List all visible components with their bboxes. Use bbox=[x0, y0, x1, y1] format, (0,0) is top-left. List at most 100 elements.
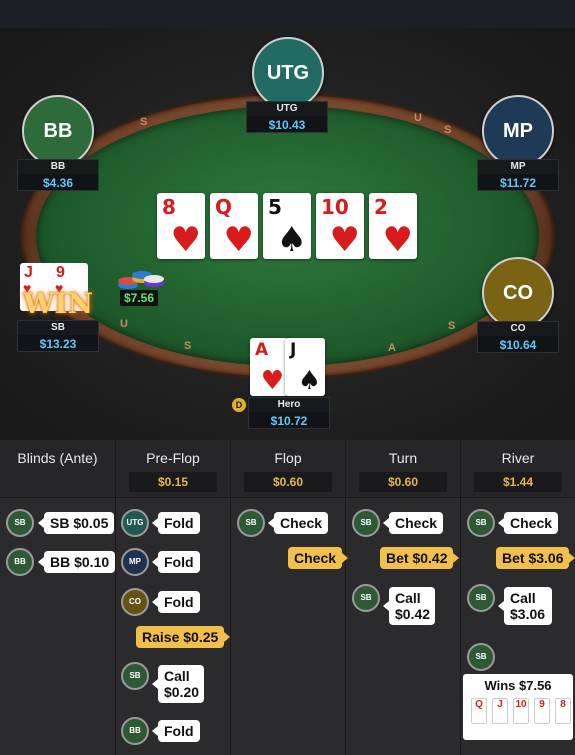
action-bubble: Check bbox=[267, 512, 329, 534]
seat-label: CO bbox=[503, 281, 533, 304]
col-title: Flop bbox=[274, 450, 302, 466]
player-stack: $11.72 bbox=[499, 176, 537, 190]
player-name: UTG bbox=[247, 102, 327, 116]
action-bubble: Call $3.06 bbox=[498, 587, 552, 625]
board-card-4: 10 ♥ bbox=[316, 193, 364, 259]
rail-letter: A bbox=[388, 342, 397, 354]
history-col-flop: Flop $0.60 bbox=[231, 440, 346, 755]
seat-utg-avatar[interactable]: UTG bbox=[252, 37, 324, 109]
top-bar bbox=[0, 0, 575, 28]
hero-action-bubble: Raise $0.25 bbox=[136, 626, 231, 648]
player-stack: $10.64 bbox=[499, 338, 537, 352]
card-rank: J bbox=[290, 340, 297, 360]
chip-stack-icon bbox=[118, 271, 164, 289]
col-title: River bbox=[501, 450, 535, 466]
position-chip-sb: SB bbox=[467, 509, 495, 537]
seat-bb-avatar[interactable]: BB bbox=[22, 95, 94, 167]
seat-utg-nameplate: UTG $10.43 bbox=[246, 101, 328, 133]
seat-hero-nameplate: Hero $10.72 bbox=[248, 397, 330, 429]
seat-mp-avatar[interactable]: MP bbox=[482, 95, 554, 167]
col-header: Blinds (Ante) bbox=[0, 440, 115, 498]
board-card-2: Q ♥ bbox=[210, 193, 258, 259]
spade-icon: ♠ bbox=[297, 366, 321, 396]
board-card-5: 2 ♥ bbox=[369, 193, 417, 259]
board-card-3: 5 ♠ bbox=[263, 193, 311, 259]
hero-hole-card-2: J ♠ bbox=[285, 338, 325, 396]
player-name: CO bbox=[478, 322, 558, 336]
seat-sb-nameplate: SB $13.23 bbox=[17, 320, 99, 352]
winning-card: 9 bbox=[534, 698, 550, 724]
action-bubble: BB $0.10 bbox=[37, 551, 116, 573]
player-name: MP bbox=[478, 160, 558, 174]
pot-amount: $7.56 bbox=[120, 290, 159, 306]
action-bubble: Check bbox=[382, 512, 444, 534]
col-pot: $0.60 bbox=[359, 472, 447, 492]
seat-bb-nameplate: BB $4.36 bbox=[17, 159, 99, 191]
seat-co-avatar[interactable]: CO bbox=[482, 257, 554, 329]
card-rank: Q bbox=[215, 195, 233, 219]
rail-letter: S bbox=[140, 116, 149, 128]
rail-letter: S bbox=[184, 340, 193, 352]
position-chip-sb: SB bbox=[467, 643, 495, 671]
col-title: Turn bbox=[388, 450, 418, 466]
col-title: Blinds (Ante) bbox=[17, 450, 98, 466]
player-stack: $13.23 bbox=[39, 337, 77, 351]
heart-icon: ♥ bbox=[223, 220, 254, 260]
winning-card: 10 bbox=[513, 698, 529, 724]
seat-label: UTG bbox=[266, 61, 310, 84]
action-bubble: Fold bbox=[152, 512, 200, 534]
rail-letter: U bbox=[120, 318, 129, 330]
card-rank: 8 bbox=[162, 195, 176, 219]
heart-icon: ♥ bbox=[170, 220, 201, 260]
action-bubble: Fold bbox=[152, 591, 200, 613]
winning-card: J bbox=[492, 698, 508, 724]
history-col-blinds: Blinds (Ante) bbox=[0, 440, 116, 755]
hero-hole-card-1: A ♥ bbox=[250, 338, 288, 396]
winner-text: Wins $7.56 bbox=[484, 678, 552, 693]
card-rank: 10 bbox=[321, 195, 349, 219]
rail-letter: S bbox=[448, 320, 457, 332]
heart-icon: ♥ bbox=[329, 220, 360, 260]
position-chip-sb: SB bbox=[352, 509, 380, 537]
hero-action-bubble: Bet $0.42 bbox=[380, 547, 461, 569]
position-chip-bb: BB bbox=[6, 548, 34, 576]
action-bubble: Fold bbox=[152, 551, 200, 573]
col-header: Turn $0.60 bbox=[346, 440, 460, 498]
position-chip-sb: SB bbox=[121, 662, 149, 690]
position-chip-sb: SB bbox=[237, 509, 265, 537]
seat-mp-nameplate: MP $11.72 bbox=[477, 159, 559, 191]
seat-co-nameplate: CO $10.64 bbox=[477, 321, 559, 353]
rail-letter: U bbox=[414, 112, 423, 124]
player-stack: $4.36 bbox=[42, 176, 74, 190]
hero-action-bubble: Check bbox=[288, 547, 349, 569]
winning-card: 8 bbox=[555, 698, 571, 724]
hero-action-bubble: Bet $3.06 bbox=[496, 547, 575, 569]
heart-icon: ♥ bbox=[260, 366, 284, 396]
board-card-1: 8 ♥ bbox=[157, 193, 205, 259]
col-header: Flop $0.60 bbox=[231, 440, 345, 498]
position-chip-bb: BB bbox=[121, 717, 149, 745]
action-bubble: Check bbox=[497, 512, 559, 534]
dealer-button-icon: D bbox=[232, 398, 246, 412]
player-stack: $10.43 bbox=[268, 118, 306, 132]
action-bubble: SB $0.05 bbox=[37, 512, 115, 534]
col-pot: $0.15 bbox=[129, 472, 217, 492]
action-bubble: Call $0.20 bbox=[152, 665, 204, 703]
card-rank: 5 bbox=[268, 195, 282, 219]
winning-card: Q bbox=[471, 698, 487, 724]
seat-label: MP bbox=[503, 119, 533, 142]
action-bubble: Call $0.42 bbox=[383, 587, 435, 625]
player-name: SB bbox=[18, 321, 98, 335]
col-header: River $1.44 bbox=[461, 440, 575, 498]
position-chip-sb: SB bbox=[467, 584, 495, 612]
winner-summary: Wins $7.56 Q J 10 9 8 bbox=[463, 674, 573, 740]
position-chip-sb: SB bbox=[6, 509, 34, 537]
win-badge: WIN bbox=[22, 287, 94, 320]
card-rank: A bbox=[255, 340, 269, 360]
position-chip-co: CO bbox=[121, 588, 149, 616]
position-chip-sb: SB bbox=[352, 584, 380, 612]
player-name: Hero bbox=[249, 398, 329, 412]
position-chip-utg: UTG bbox=[121, 509, 149, 537]
col-title: Pre-Flop bbox=[146, 450, 200, 466]
col-header: Pre-Flop $0.15 bbox=[116, 440, 230, 498]
